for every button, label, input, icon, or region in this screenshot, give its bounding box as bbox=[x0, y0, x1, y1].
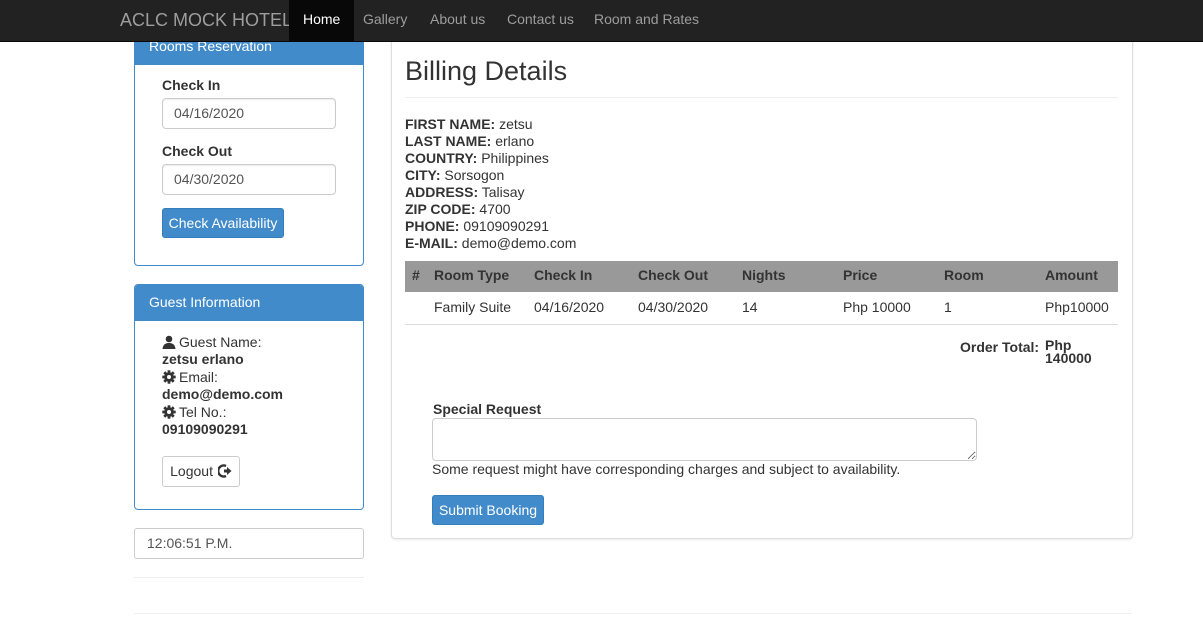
special-request-help: Some request might have corresponding ch… bbox=[432, 461, 901, 477]
cell-room: 1 bbox=[944, 299, 952, 315]
navbar: ACLC MOCK HOTEL Home Gallery About us Co… bbox=[0, 0, 1203, 42]
guest-name-label: Guest Name: bbox=[179, 334, 262, 350]
billing-country: COUNTRY: Philippines bbox=[405, 150, 549, 166]
th-room-type: Room Type bbox=[434, 267, 510, 283]
logout-button[interactable]: Logout bbox=[162, 456, 240, 487]
guest-tel-value: 09109090291 bbox=[162, 421, 248, 437]
check-availability-button[interactable]: Check Availability bbox=[162, 208, 284, 238]
billing-zip-code: ZIP CODE: 4700 bbox=[405, 201, 511, 217]
order-total-label: Order Total: bbox=[960, 339, 1040, 355]
guest-tel-label-row: Tel No.: bbox=[162, 404, 226, 420]
cell-room-type: Family Suite bbox=[434, 299, 512, 315]
brand-logo[interactable]: ACLC MOCK HOTEL bbox=[120, 0, 292, 42]
special-request-textarea[interactable] bbox=[432, 418, 977, 461]
special-request-label: Special Request bbox=[433, 401, 542, 417]
table-header: # Room Type Check In Check Out Nights Pr… bbox=[405, 261, 1118, 292]
guest-email-value: demo@demo.com bbox=[162, 386, 284, 402]
th-amount: Amount bbox=[1045, 267, 1098, 283]
sidebar-divider bbox=[134, 577, 364, 578]
th-room: Room bbox=[944, 267, 984, 283]
guest-info-heading: Guest Information bbox=[135, 285, 363, 321]
cell-price: Php 10000 bbox=[843, 299, 911, 315]
logout-label: Logout bbox=[170, 463, 213, 479]
log-out-icon bbox=[217, 464, 232, 478]
cog-icon bbox=[162, 370, 176, 384]
row-divider bbox=[405, 324, 1118, 325]
th-nights: Nights bbox=[742, 267, 786, 283]
nav-contact-us[interactable]: Contact us bbox=[493, 0, 588, 42]
guest-email-label: Email: bbox=[179, 369, 218, 385]
guest-email-label-row: Email: bbox=[162, 369, 218, 385]
check-out-label: Check Out bbox=[162, 143, 233, 159]
user-icon bbox=[162, 335, 176, 349]
billing-email: E-MAIL: demo@demo.com bbox=[405, 235, 577, 251]
billing-phone: PHONE: 09109090291 bbox=[405, 218, 549, 234]
nav-about-us[interactable]: About us bbox=[416, 0, 499, 42]
guest-tel-label: Tel No.: bbox=[179, 404, 227, 420]
th-price: Price bbox=[843, 267, 878, 283]
order-total-value: Php 140000 bbox=[1045, 337, 1092, 366]
cog-icon bbox=[162, 405, 176, 419]
cell-check-in: 04/16/2020 bbox=[534, 299, 605, 315]
check-in-label: Check In bbox=[162, 77, 221, 93]
page-title: Billing Details bbox=[405, 56, 568, 86]
check-in-input[interactable]: 04/16/2020 bbox=[162, 98, 336, 129]
billing-first-name: FIRST NAME: zetsu bbox=[405, 116, 533, 132]
th-number: # bbox=[412, 267, 420, 283]
th-check-out: Check Out bbox=[638, 267, 709, 283]
nav-gallery[interactable]: Gallery bbox=[349, 0, 421, 42]
billing-city: CITY: Sorsogon bbox=[405, 167, 505, 183]
guest-name-value: zetsu erlano bbox=[162, 351, 244, 367]
nav-home[interactable]: Home bbox=[289, 0, 355, 42]
title-divider bbox=[405, 97, 1118, 98]
clock-display: 12:06:51 P.M. bbox=[134, 528, 364, 559]
cell-check-out: 04/30/2020 bbox=[638, 299, 709, 315]
billing-last-name: LAST NAME: erlano bbox=[405, 133, 535, 149]
nav-room-and-rates[interactable]: Room and Rates bbox=[580, 0, 713, 42]
cell-nights: 14 bbox=[742, 299, 758, 315]
footer-divider bbox=[134, 613, 1132, 614]
th-check-in: Check In bbox=[534, 267, 593, 283]
submit-booking-button[interactable]: Submit Booking bbox=[432, 495, 544, 525]
guest-name-label-row: Guest Name: bbox=[162, 334, 261, 350]
check-out-input[interactable]: 04/30/2020 bbox=[162, 164, 336, 195]
cell-amount: Php10000 bbox=[1045, 299, 1109, 315]
billing-address: ADDRESS: Talisay bbox=[405, 184, 525, 200]
